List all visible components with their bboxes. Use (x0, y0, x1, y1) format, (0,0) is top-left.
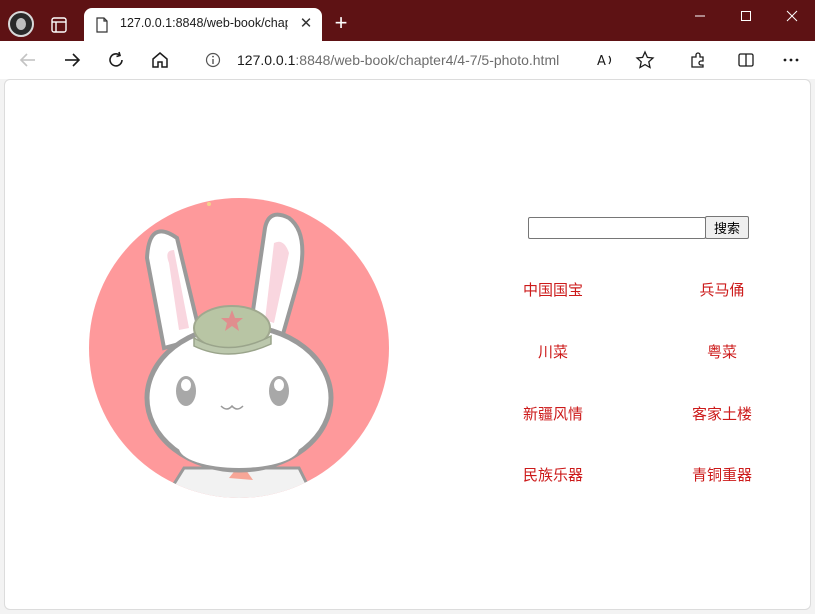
rabbit-photo (89, 198, 389, 498)
new-tab-button[interactable]: + (330, 12, 352, 35)
link-sichuan-cuisine[interactable]: 川菜 (493, 341, 613, 362)
address-url[interactable]: 127.0.0.1:8848/web-book/chapter4/4-7/5-p… (237, 52, 559, 68)
url-host: 127.0.0.1 (237, 52, 296, 68)
read-aloud-icon[interactable]: A (596, 50, 616, 70)
split-screen-icon[interactable] (736, 50, 756, 70)
browser-toolbar: 127.0.0.1:8848/web-book/chapter4/4-7/5-p… (0, 41, 815, 79)
close-window-button[interactable] (769, 0, 815, 32)
refresh-icon[interactable] (106, 50, 126, 70)
forward-icon[interactable] (62, 50, 82, 70)
search-input[interactable] (528, 217, 706, 239)
browser-titlebar: 127.0.0.1:8848/web-book/chapter4/4-7/5-p… (0, 0, 815, 41)
extensions-icon[interactable] (688, 50, 708, 70)
back-icon[interactable] (18, 50, 38, 70)
tab-title: 127.0.0.1:8848/web-book/chapter4/4-7/5-p… (120, 16, 288, 30)
url-path: :8848/web-book/chapter4/4-7/5-photo.html (295, 52, 560, 68)
link-xinjiang-style[interactable]: 新疆风情 (493, 403, 613, 424)
link-cantonese-cuisine[interactable]: 粤菜 (662, 341, 782, 362)
link-china-treasure[interactable]: 中国国宝 (493, 279, 613, 300)
minimize-button[interactable] (677, 0, 723, 32)
info-icon[interactable] (205, 52, 221, 68)
document-icon (95, 17, 109, 33)
maximize-button[interactable] (723, 0, 769, 32)
link-bronze-ware[interactable]: 青铜重器 (662, 464, 782, 485)
link-hakka-tulou[interactable]: 客家土楼 (662, 403, 782, 424)
favorite-star-icon[interactable] (635, 50, 655, 70)
search-button[interactable]: 搜索 (705, 216, 749, 239)
profile-avatar-button[interactable] (8, 11, 34, 37)
link-ethnic-instruments[interactable]: 民族乐器 (493, 464, 613, 485)
svg-text:A: A (597, 54, 606, 69)
page-viewport: 搜索 中国国宝 兵马俑 川菜 粤菜 新疆风情 客家土楼 民族乐器 青铜重器 (4, 79, 811, 610)
home-icon[interactable] (150, 50, 170, 70)
link-terracotta-warriors[interactable]: 兵马俑 (662, 279, 782, 300)
browser-tab-active[interactable]: 127.0.0.1:8848/web-book/chapter4/4-7/5-p… (84, 8, 322, 41)
tab-actions-icon[interactable] (48, 14, 70, 36)
tab-close-icon[interactable]: ✕ (298, 15, 314, 31)
more-icon[interactable] (781, 50, 801, 70)
